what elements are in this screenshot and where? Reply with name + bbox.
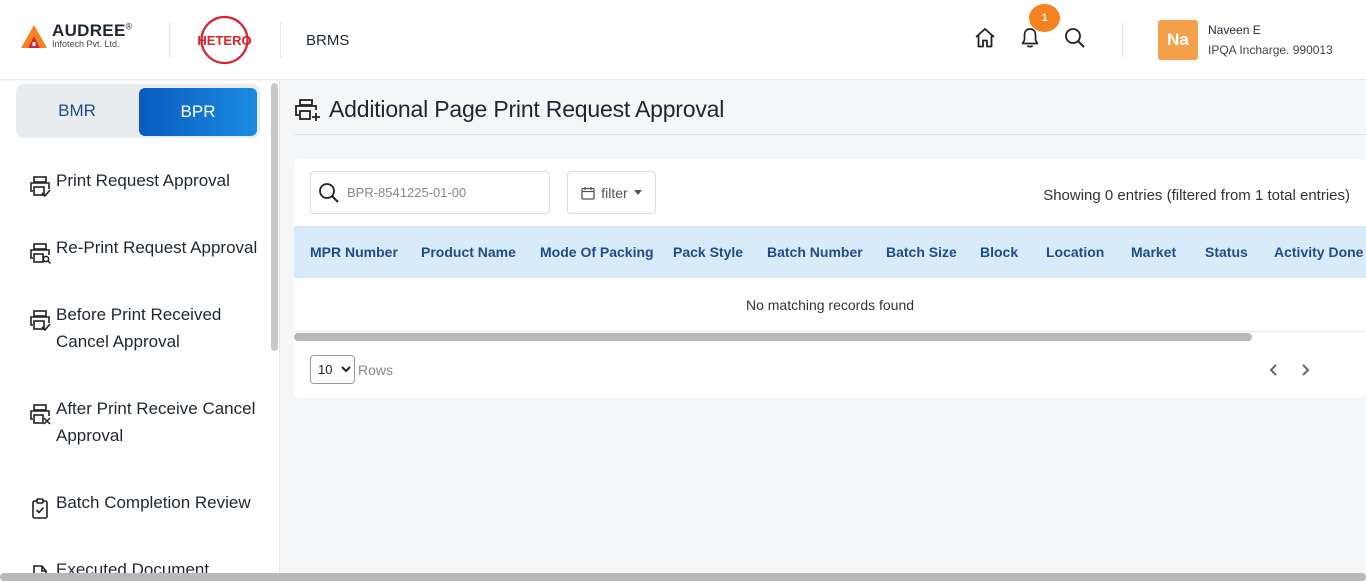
user-role: IPQA Incharge. 990013	[1208, 43, 1333, 57]
printer-search-icon	[30, 243, 52, 265]
printer-cancel-icon	[30, 404, 51, 425]
column-header[interactable]: MPR Number	[310, 226, 398, 278]
table-header: MPR Number Product Name Mode Of Packing …	[294, 226, 1366, 278]
avatar[interactable]: Na	[1158, 20, 1198, 60]
sidebar-item-batch-completion-review[interactable]: Batch Completion Review	[28, 489, 266, 520]
column-header[interactable]: Pack Style	[673, 226, 743, 278]
sidebar-item-label: Before Print Received Cancel Approval	[56, 305, 222, 351]
empty-state: No matching records found	[294, 278, 1366, 332]
search-box	[310, 171, 550, 214]
page-title-bar: Additional Page Print Request Approval	[294, 96, 724, 123]
logo-name: AUDREE	[52, 21, 126, 40]
clipboard-check-icon	[32, 498, 48, 519]
sidebar-item-label: After Print Receive Cancel Approval	[56, 399, 256, 445]
column-header[interactable]: Mode Of Packing	[540, 226, 654, 278]
column-header[interactable]: Block	[980, 226, 1018, 278]
search-icon	[319, 182, 339, 203]
logo-subtitle: Infotech Pvt. Ltd.	[52, 39, 120, 49]
hetero-logo: HETERO	[197, 15, 252, 65]
sidebar-scrollbar[interactable]	[271, 83, 278, 351]
printer-check-icon	[30, 176, 51, 198]
hetero-logo-text: HETERO	[197, 33, 251, 48]
chevron-left-icon[interactable]	[1266, 361, 1282, 379]
table-card: filter Showing 0 entries (filtered from …	[294, 159, 1366, 398]
title-divider	[294, 134, 1366, 135]
audree-logo-mark	[21, 24, 47, 48]
chevron-down-icon	[633, 190, 642, 195]
audree-logo: AUDREE® Infotech Pvt. Ltd.	[20, 22, 133, 49]
sidebar-item-print-request-approval[interactable]: Print Request Approval	[28, 167, 266, 198]
header-divider	[280, 22, 281, 58]
column-header[interactable]: Activity Done B	[1274, 226, 1366, 278]
toggle-bpr[interactable]: BPR	[139, 88, 257, 136]
bmr-bpr-toggle: BMR BPR	[16, 84, 260, 138]
header-divider	[1122, 22, 1123, 58]
printer-check-icon	[30, 310, 51, 332]
page-scrollbar[interactable]	[0, 573, 1366, 581]
sidebar-item-label: Re-Print Request Approval	[56, 238, 258, 257]
search-input[interactable]	[347, 185, 547, 200]
sidebar-item-before-print-received-cancel-approval[interactable]: Before Print Received Cancel Approval	[28, 301, 266, 355]
logo-registered-mark: ®	[125, 21, 133, 32]
sidebar: BMR BPR Print Request Approval Re-Print …	[0, 81, 280, 581]
column-header[interactable]: Market	[1131, 226, 1176, 278]
header-divider	[169, 22, 170, 58]
printer-add-icon	[295, 98, 320, 121]
filter-label: filter	[601, 184, 628, 201]
rows-label: Rows	[358, 362, 394, 378]
chevron-right-icon[interactable]	[1297, 361, 1313, 379]
entries-info: Showing 0 entries (filtered from 1 total…	[1043, 187, 1350, 204]
rows-per-page-select[interactable]: 10 25 50	[310, 355, 355, 384]
table-scrollbar[interactable]	[294, 333, 1252, 341]
filter-button[interactable]: filter	[567, 171, 656, 214]
column-header[interactable]: Product Name	[421, 226, 516, 278]
sidebar-item-reprint-request-approval[interactable]: Re-Print Request Approval	[28, 234, 266, 265]
column-header[interactable]: Batch Size	[886, 226, 957, 278]
home-icon[interactable]	[972, 25, 998, 51]
column-header[interactable]: Location	[1046, 226, 1104, 278]
app-header: AUDREE® Infotech Pvt. Ltd. HETERO BRMS 1…	[0, 0, 1366, 80]
notification-badge[interactable]: 1	[1029, 4, 1060, 32]
page-title: Additional Page Print Request Approval	[329, 96, 725, 122]
sidebar-item-after-print-receive-cancel-approval[interactable]: After Print Receive Cancel Approval	[28, 395, 266, 449]
toggle-bmr[interactable]: BMR	[16, 84, 138, 138]
column-header[interactable]: Batch Number	[767, 226, 863, 278]
calendar-icon	[581, 186, 595, 200]
column-header[interactable]: Status	[1205, 226, 1248, 278]
sidebar-item-label: Print Request Approval	[56, 171, 230, 190]
user-name: Naveen E	[1208, 23, 1261, 37]
sidebar-item-label: Batch Completion Review	[56, 493, 251, 512]
search-icon[interactable]	[1062, 25, 1088, 51]
app-name: BRMS	[306, 32, 350, 49]
